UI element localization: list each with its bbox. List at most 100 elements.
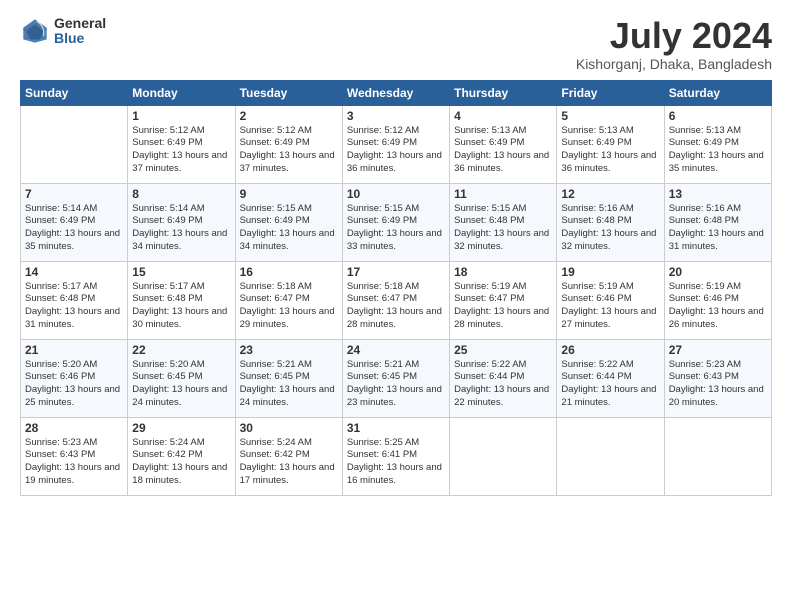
day-number: 9 [240,187,338,201]
day-number: 3 [347,109,445,123]
calendar-cell: 24 Sunrise: 5:21 AMSunset: 6:45 PMDayligh… [342,339,449,417]
day-info: Sunrise: 5:25 AMSunset: 6:41 PMDaylight:… [347,437,445,488]
calendar-cell: 14Sunrise: 5:17 AMSunset: 6:48 PMDayligh… [21,261,128,339]
day-number: 23 [240,343,338,357]
calendar-week-3: 21 Sunrise: 5:20 AMSunset: 6:46 PMDayligh… [21,339,772,417]
day-number: 11 [454,187,552,201]
calendar-table: Sunday Monday Tuesday Wednesday Thursday… [20,80,772,496]
calendar-header-row: Sunday Monday Tuesday Wednesday Thursday… [21,80,772,105]
page: General Blue July 2024 Kishorganj, Dhaka… [0,0,792,612]
logo-general-text: General [54,16,106,31]
day-number: 10 [347,187,445,201]
day-info: Sunrise: 5:18 AMSunset: 6:47 PMDaylight:… [240,281,338,332]
day-info: Sunrise: 5:16 AMSunset: 6:48 PMDaylight:… [669,203,767,254]
day-number: 13 [669,187,767,201]
calendar-cell: 27 Sunrise: 5:23 AMSunset: 6:43 PMDayligh… [664,339,771,417]
day-info: Sunrise: 5:12 AMSunset: 6:49 PMDaylight:… [240,125,338,176]
day-info: Sunrise: 5:13 AMSunset: 6:49 PMDaylight:… [454,125,552,176]
header: General Blue July 2024 Kishorganj, Dhaka… [20,16,772,72]
day-number: 7 [25,187,123,201]
day-number: 21 [25,343,123,357]
logo-icon [20,16,50,46]
calendar-cell: 21 Sunrise: 5:20 AMSunset: 6:46 PMDayligh… [21,339,128,417]
day-info: Sunrise: 5:20 AMSunset: 6:45 PMDaylight:… [132,359,230,410]
calendar-cell: 18Sunrise: 5:19 AMSunset: 6:47 PMDayligh… [450,261,557,339]
calendar-cell: 28 Sunrise: 5:23 AMSunset: 6:43 PMDayligh… [21,417,128,495]
col-wednesday: Wednesday [342,80,449,105]
day-number: 25 [454,343,552,357]
calendar-cell: 31 Sunrise: 5:25 AMSunset: 6:41 PMDayligh… [342,417,449,495]
day-number: 28 [25,421,123,435]
day-info: Sunrise: 5:16 AMSunset: 6:48 PMDaylight:… [561,203,659,254]
day-info: Sunrise: 5:13 AMSunset: 6:49 PMDaylight:… [669,125,767,176]
calendar-cell: 22 Sunrise: 5:20 AMSunset: 6:45 PMDayligh… [128,339,235,417]
calendar-cell: 11 Sunrise: 5:15 AMSunset: 6:48 PMDayligh… [450,183,557,261]
calendar-week-1: 7 Sunrise: 5:14 AMSunset: 6:49 PMDaylight… [21,183,772,261]
calendar-cell: 6 Sunrise: 5:13 AMSunset: 6:49 PMDaylight… [664,105,771,183]
day-info: Sunrise: 5:17 AMSunset: 6:48 PMDaylight:… [132,281,230,332]
day-number: 20 [669,265,767,279]
calendar-cell: 1Sunrise: 5:12 AMSunset: 6:49 PMDaylight… [128,105,235,183]
calendar-cell [450,417,557,495]
day-number: 4 [454,109,552,123]
col-monday: Monday [128,80,235,105]
day-number: 22 [132,343,230,357]
day-number: 24 [347,343,445,357]
calendar-cell: 20Sunrise: 5:19 AMSunset: 6:46 PMDayligh… [664,261,771,339]
day-info: Sunrise: 5:14 AMSunset: 6:49 PMDaylight:… [132,203,230,254]
day-info: Sunrise: 5:21 AMSunset: 6:45 PMDaylight:… [240,359,338,410]
calendar-cell: 15 Sunrise: 5:17 AMSunset: 6:48 PMDayligh… [128,261,235,339]
day-number: 2 [240,109,338,123]
day-info: Sunrise: 5:22 AMSunset: 6:44 PMDaylight:… [454,359,552,410]
calendar-cell: 7 Sunrise: 5:14 AMSunset: 6:49 PMDaylight… [21,183,128,261]
day-info: Sunrise: 5:23 AMSunset: 6:43 PMDaylight:… [25,437,123,488]
calendar-cell: 4 Sunrise: 5:13 AMSunset: 6:49 PMDaylight… [450,105,557,183]
calendar-cell: 19 Sunrise: 5:19 AMSunset: 6:46 PMDayligh… [557,261,664,339]
day-info: Sunrise: 5:24 AMSunset: 6:42 PMDaylight:… [132,437,230,488]
day-info: Sunrise: 5:24 AMSunset: 6:42 PMDaylight:… [240,437,338,488]
day-info: Sunrise: 5:15 AMSunset: 6:49 PMDaylight:… [240,203,338,254]
day-info: Sunrise: 5:21 AMSunset: 6:45 PMDaylight:… [347,359,445,410]
day-number: 26 [561,343,659,357]
calendar-cell [21,105,128,183]
day-info: Sunrise: 5:19 AMSunset: 6:46 PMDaylight:… [561,281,659,332]
calendar-body: 1 Sunrise: 5:12 AMSunset: 6:49 PMDaylight… [21,105,772,495]
day-number: 18 [454,265,552,279]
day-number: 16 [240,265,338,279]
day-number: 8 [132,187,230,201]
logo: General Blue [20,16,106,47]
calendar-cell: 17Sunrise: 5:18 AMSunset: 6:47 PMDayligh… [342,261,449,339]
day-number: 5 [561,109,659,123]
day-info: Sunrise: 5:23 AMSunset: 6:43 PMDaylight:… [669,359,767,410]
calendar-week-4: 28 Sunrise: 5:23 AMSunset: 6:43 PMDayligh… [21,417,772,495]
day-number: 17 [347,265,445,279]
day-number: 19 [561,265,659,279]
calendar-cell [557,417,664,495]
col-thursday: Thursday [450,80,557,105]
day-number: 29 [132,421,230,435]
day-number: 15 [132,265,230,279]
logo-text: General Blue [54,16,106,47]
calendar-cell: 10 Sunrise: 5:15 AMSunset: 6:49 PMDayligh… [342,183,449,261]
day-info: Sunrise: 5:12 AMSunset: 6:49 PMDaylight:… [347,125,445,176]
calendar-cell: 8 Sunrise: 5:14 AMSunset: 6:49 PMDaylight… [128,183,235,261]
day-number: 6 [669,109,767,123]
day-info: Sunrise: 5:15 AMSunset: 6:49 PMDaylight:… [347,203,445,254]
day-number: 1 [132,109,230,123]
day-number: 27 [669,343,767,357]
day-number: 30 [240,421,338,435]
day-info: Sunrise: 5:17 AMSunset: 6:48 PMDaylight:… [25,281,123,332]
main-title: July 2024 [576,16,772,56]
subtitle: Kishorganj, Dhaka, Bangladesh [576,56,772,72]
col-sunday: Sunday [21,80,128,105]
day-info: Sunrise: 5:15 AMSunset: 6:48 PMDaylight:… [454,203,552,254]
calendar-cell: 2 Sunrise: 5:12 AMSunset: 6:49 PMDaylight… [235,105,342,183]
day-number: 31 [347,421,445,435]
calendar-cell: 25 Sunrise: 5:22 AMSunset: 6:44 PMDayligh… [450,339,557,417]
day-info: Sunrise: 5:14 AMSunset: 6:49 PMDaylight:… [25,203,123,254]
calendar-cell: 13 Sunrise: 5:16 AMSunset: 6:48 PMDayligh… [664,183,771,261]
day-info: Sunrise: 5:20 AMSunset: 6:46 PMDaylight:… [25,359,123,410]
calendar-cell: 5 Sunrise: 5:13 AMSunset: 6:49 PMDaylight… [557,105,664,183]
logo-blue-text: Blue [54,31,106,46]
day-info: Sunrise: 5:13 AMSunset: 6:49 PMDaylight:… [561,125,659,176]
